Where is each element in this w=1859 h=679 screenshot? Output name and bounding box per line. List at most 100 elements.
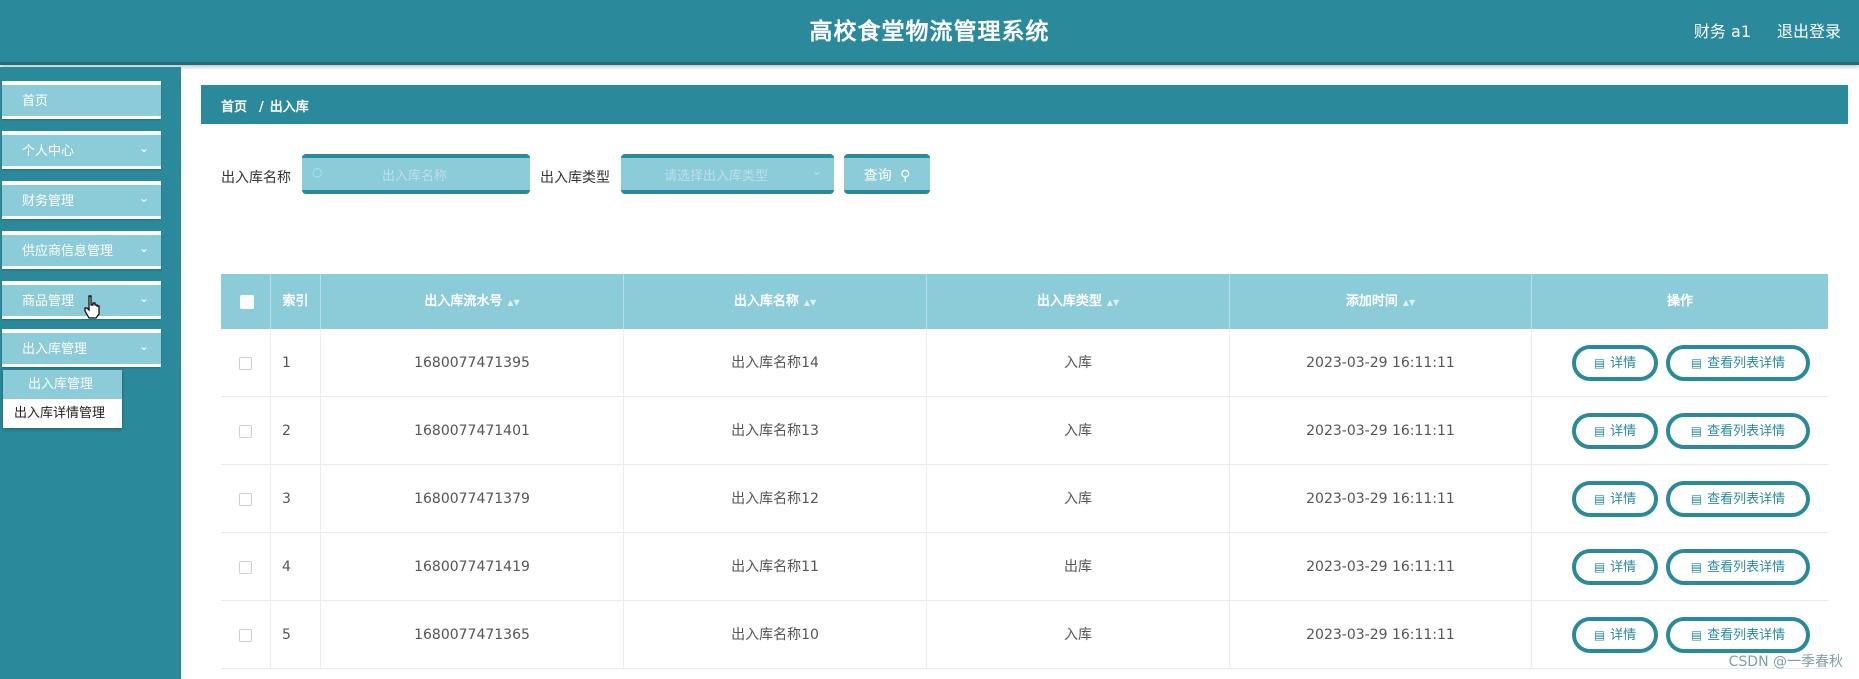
breadcrumb-separator: / <box>259 100 264 115</box>
list-detail-button[interactable]: ▤ 查看列表详情 <box>1666 413 1810 449</box>
detail-button[interactable]: ▤ 详情 <box>1572 481 1658 517</box>
hand-cursor-icon <box>84 295 100 319</box>
table-row: 4 1680077471419 出入库名称11 出库 2023-03-29 16… <box>221 533 1828 601</box>
document-icon: ▤ <box>1593 424 1606 438</box>
col-index: 索引 <box>271 274 321 329</box>
col-time[interactable]: 添加时间 ▲▼ <box>1230 274 1532 329</box>
cell-name: 出入库名称12 <box>624 465 927 533</box>
row-select-cell <box>221 533 271 601</box>
watermark: CSDN @一季春秋 <box>1728 654 1843 670</box>
chevron-down-icon: ⌄ <box>138 191 149 205</box>
name-search-input[interactable]: ○ 出入库名称 <box>302 154 530 194</box>
cell-serial: 1680077471419 <box>321 533 624 601</box>
cell-name: 出入库名称11 <box>624 533 927 601</box>
table-header: 索引 出入库流水号 ▲▼ 出入库名称 ▲▼ 出入库类型 ▲▼ 添加时间 ▲▼ 操作 <box>221 274 1828 329</box>
document-icon: ▤ <box>1690 560 1703 574</box>
search-icon: ○ <box>312 165 323 179</box>
search-icon: ⚲ <box>900 168 911 184</box>
detail-button[interactable]: ▤ 详情 <box>1572 345 1658 381</box>
list-detail-button[interactable]: ▤ 查看列表详情 <box>1666 549 1810 585</box>
cell-index: 1 <box>271 329 321 397</box>
submenu-item-inout-detail[interactable]: 出入库详情管理 <box>3 399 122 428</box>
cell-ops: ▤ 详情 ▤ 查看列表详情 <box>1532 397 1828 465</box>
cell-type: 入库 <box>927 397 1230 465</box>
cell-type: 入库 <box>927 465 1230 533</box>
list-detail-button[interactable]: ▤ 查看列表详情 <box>1666 345 1810 381</box>
chevron-down-icon: ⌄ <box>138 141 149 155</box>
row-checkbox[interactable] <box>239 357 252 370</box>
cell-name: 出入库名称13 <box>624 397 927 465</box>
detail-button[interactable]: ▤ 详情 <box>1572 549 1658 585</box>
sort-icon: ▲▼ <box>1402 298 1416 307</box>
cell-index: 4 <box>271 533 321 601</box>
document-icon: ▤ <box>1690 628 1703 642</box>
document-icon: ▤ <box>1593 356 1606 370</box>
document-icon: ▤ <box>1690 492 1703 506</box>
breadcrumb-home[interactable]: 首页 <box>221 100 247 115</box>
list-detail-button[interactable]: ▤ 查看列表详情 <box>1666 481 1810 517</box>
logout-link[interactable]: 退出登录 <box>1777 18 1841 42</box>
cell-ops: ▤ 详情 ▤ 查看列表详情 <box>1532 533 1828 601</box>
submenu-item-inout-manage[interactable]: 出入库管理 <box>3 370 122 399</box>
row-checkbox[interactable] <box>239 629 252 642</box>
name-label: 出入库名称 <box>221 170 291 186</box>
cell-name: 出入库名称14 <box>624 329 927 397</box>
cell-index: 3 <box>271 465 321 533</box>
sidebar-item-inout[interactable]: 出入库管理 ⌄ <box>2 329 161 367</box>
type-placeholder: 请选择出入库类型 <box>664 169 769 184</box>
row-checkbox[interactable] <box>239 561 252 574</box>
sidebar-item-label: 供应商信息管理 <box>22 244 114 259</box>
col-serial[interactable]: 出入库流水号 ▲▼ <box>321 274 624 329</box>
row-checkbox[interactable] <box>239 493 252 506</box>
cell-name: 出入库名称10 <box>624 601 927 669</box>
sidebar-item-supplier[interactable]: 供应商信息管理 ⌄ <box>2 231 161 269</box>
name-placeholder: 出入库名称 <box>382 169 448 184</box>
sidebar-item-label: 商品管理 <box>22 294 75 309</box>
row-select-cell <box>221 397 271 465</box>
sidebar-item-finance[interactable]: 财务管理 ⌄ <box>2 181 161 219</box>
cell-serial: 1680077471365 <box>321 601 624 669</box>
row-select-cell <box>221 329 271 397</box>
document-icon: ▤ <box>1593 628 1606 642</box>
cell-time: 2023-03-29 16:11:11 <box>1230 465 1532 533</box>
sidebar-item-label: 财务管理 <box>22 194 75 209</box>
document-icon: ▤ <box>1690 356 1703 370</box>
sidebar-item-home[interactable]: 首页 <box>2 81 161 119</box>
row-select-cell <box>221 465 271 533</box>
cell-serial: 1680077471401 <box>321 397 624 465</box>
cell-index: 2 <box>271 397 321 465</box>
sidebar-item-personal-center[interactable]: 个人中心 ⌄ <box>2 131 161 169</box>
select-all-cell <box>221 274 271 329</box>
col-type[interactable]: 出入库类型 ▲▼ <box>927 274 1230 329</box>
row-select-cell <box>221 601 271 669</box>
sidebar-item-label: 首页 <box>22 94 49 109</box>
cell-serial: 1680077471395 <box>321 329 624 397</box>
cell-ops: ▤ 详情 ▤ 查看列表详情 <box>1532 329 1828 397</box>
top-header: 高校食堂物流管理系统 财务 a1 退出登录 <box>0 0 1859 65</box>
app-title: 高校食堂物流管理系统 <box>809 19 1050 45</box>
cell-type: 入库 <box>927 329 1230 397</box>
table-row: 5 1680077471365 出入库名称10 入库 2023-03-29 16… <box>221 601 1828 669</box>
sidebar-item-label: 个人中心 <box>22 144 75 159</box>
cell-time: 2023-03-29 16:11:11 <box>1230 601 1532 669</box>
table-row: 2 1680077471401 出入库名称13 入库 2023-03-29 16… <box>221 397 1828 465</box>
detail-button[interactable]: ▤ 详情 <box>1572 617 1658 653</box>
col-name[interactable]: 出入库名称 ▲▼ <box>624 274 927 329</box>
breadcrumb-current: 出入库 <box>269 100 309 115</box>
table-row: 1 1680077471395 出入库名称14 入库 2023-03-29 16… <box>221 329 1828 397</box>
document-icon: ▤ <box>1593 560 1606 574</box>
type-label: 出入库类型 <box>540 170 610 186</box>
row-checkbox[interactable] <box>239 425 252 438</box>
sidebar-item-label: 出入库管理 <box>22 342 88 357</box>
detail-button[interactable]: ▤ 详情 <box>1572 413 1658 449</box>
search-button[interactable]: 查询 ⚲ <box>844 154 930 194</box>
cell-time: 2023-03-29 16:11:11 <box>1230 329 1532 397</box>
chevron-down-icon: ⌄ <box>138 241 149 255</box>
select-all-checkbox[interactable] <box>240 295 254 309</box>
cell-serial: 1680077471379 <box>321 465 624 533</box>
document-icon: ▤ <box>1690 424 1703 438</box>
sidebar-item-goods[interactable]: 商品管理 ⌄ <box>2 281 161 319</box>
list-detail-button[interactable]: ▤ 查看列表详情 <box>1666 617 1810 653</box>
sort-icon: ▲▼ <box>1106 298 1120 307</box>
type-select[interactable]: 请选择出入库类型 ⌄ <box>621 154 834 194</box>
